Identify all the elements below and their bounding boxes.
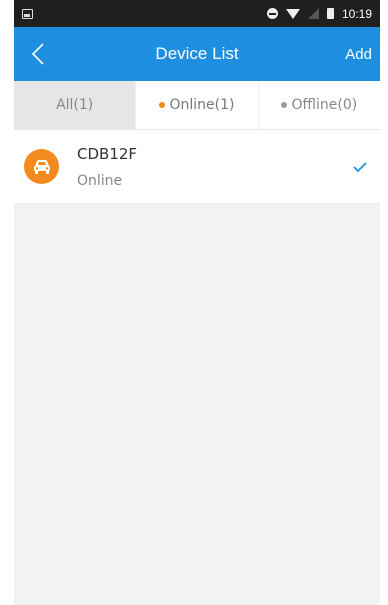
wifi-icon	[285, 8, 300, 19]
page-title: Device List	[155, 44, 239, 63]
list-item[interactable]: CDB12F Online	[14, 130, 380, 204]
avatar	[24, 149, 59, 184]
back-button[interactable]	[14, 27, 62, 81]
dnd-icon	[266, 8, 278, 19]
tab-all[interactable]: All(1)	[14, 81, 137, 129]
tab-online-label: Online(1)	[169, 97, 235, 113]
status-bar: 10:19	[14, 0, 380, 27]
tab-all-label: All(1)	[56, 97, 94, 113]
clock: 10:19	[341, 6, 372, 21]
online-dot-icon	[159, 102, 166, 108]
device-list: CDB12F Online	[14, 130, 380, 204]
device-status: Online	[77, 172, 123, 189]
phone-screen: 10:19 Device List Add All(1) Online(1) O…	[14, 0, 380, 605]
offline-dot-icon	[281, 102, 288, 108]
checkmark-icon	[353, 161, 367, 172]
car-icon	[33, 159, 50, 174]
chevron-left-icon	[31, 43, 44, 65]
device-name: CDB12F	[77, 144, 138, 163]
tab-offline-label: Offline(0)	[291, 97, 358, 113]
filter-tabs: All(1) Online(1) Offline(0)	[14, 81, 380, 130]
tab-offline[interactable]: Offline(0)	[259, 81, 380, 129]
add-device-button[interactable]: Add	[345, 38, 372, 71]
device-info: CDB12F Online	[77, 145, 137, 189]
tab-online[interactable]: Online(1)	[136, 81, 259, 129]
battery-icon	[326, 8, 334, 19]
app-header: Device List Add	[14, 27, 380, 81]
signal-icon	[307, 8, 319, 19]
status-icons: 10:19	[266, 6, 372, 21]
picture-icon	[22, 8, 33, 19]
